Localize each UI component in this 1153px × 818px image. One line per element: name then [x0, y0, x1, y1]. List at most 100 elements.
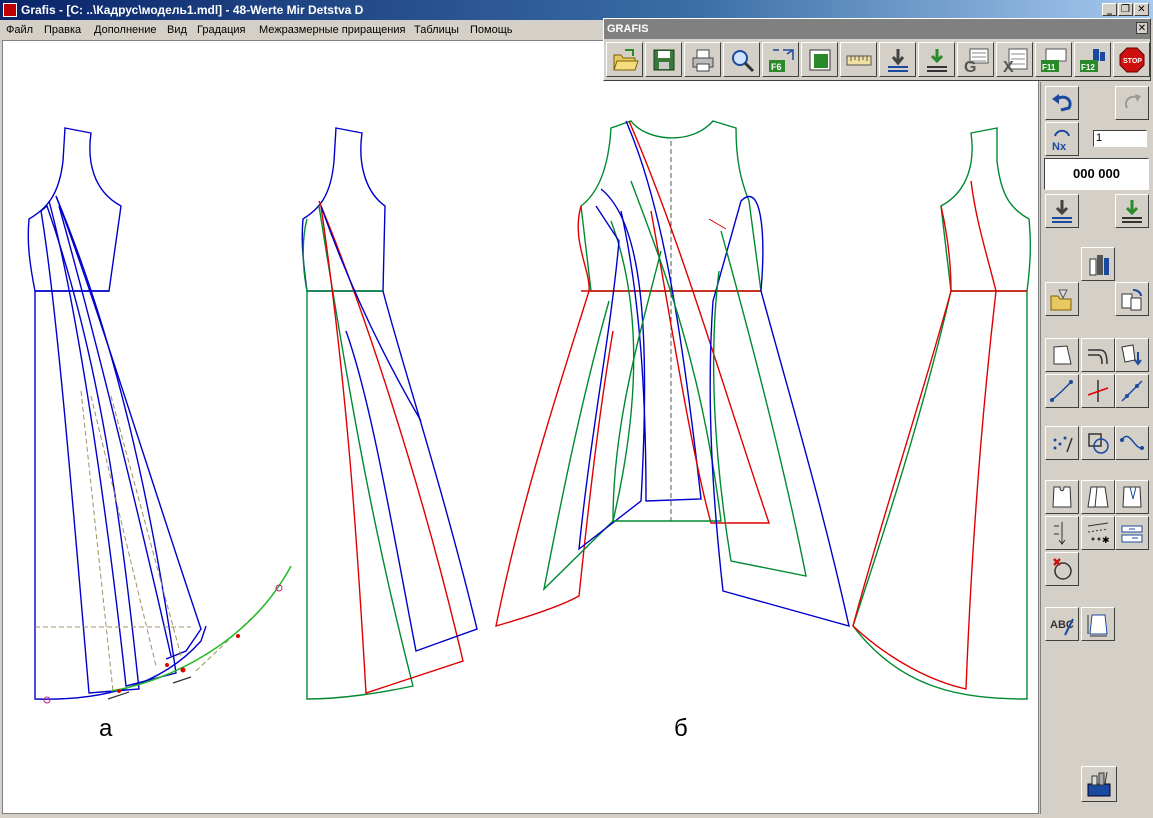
guide-lines-a [35, 390, 260, 692]
tool-piece-outline[interactable] [1045, 338, 1079, 372]
figure-label-b: б [674, 715, 688, 742]
tool-bodice[interactable] [1045, 480, 1079, 514]
save-button[interactable] [645, 42, 682, 77]
app-icon [3, 3, 17, 17]
window-title-bar: Grafis - [C: ..\Кадрус\модель1.mdl] - 48… [0, 0, 1153, 20]
menu-intersize-increments[interactable]: Межразмерные приращения [259, 20, 405, 40]
figure-label-a: а [99, 715, 113, 742]
tool-seam-allowance[interactable] [1115, 516, 1149, 550]
undo-button[interactable] [1045, 86, 1079, 120]
seam-allowance-icon [1121, 525, 1143, 543]
copy-piece-button[interactable] [1115, 282, 1149, 316]
diagonal-line-icon [1121, 380, 1143, 402]
grain-line-icon [1054, 522, 1066, 545]
drawing-canvas[interactable]: а б [2, 40, 1039, 814]
skirt-green-4 [852, 290, 1028, 700]
page-frame-button[interactable] [801, 42, 838, 77]
panel-red-2 [318, 200, 464, 694]
page-frame-icon [809, 49, 831, 71]
tool-diagonal[interactable] [1115, 374, 1149, 408]
download-green-button[interactable] [918, 42, 955, 77]
tool-measure-piece[interactable] [1081, 607, 1115, 641]
shapes-icon [1088, 433, 1109, 454]
tool-line-points[interactable] [1045, 374, 1079, 408]
panel-1-a [40, 204, 140, 694]
window-title: Grafis - [C: ..\Кадрус\модель1.mdl] - 48… [21, 3, 364, 17]
grading-button[interactable]: G [957, 42, 994, 77]
tool-dart[interactable] [1115, 480, 1149, 514]
fit-f6-button[interactable]: F6 [762, 42, 799, 77]
tool-shapes[interactable] [1081, 426, 1115, 460]
undo-icon [1052, 94, 1072, 112]
open-model-button[interactable] [1045, 282, 1079, 316]
panel-blue-left-b [578, 188, 646, 551]
f12-button[interactable]: F12 [1074, 42, 1111, 77]
tool-intersect[interactable] [1081, 374, 1115, 408]
download-arrow-icon [888, 49, 908, 72]
f11-label: F11 [1042, 63, 1056, 72]
piece-arrow-icon [1121, 344, 1142, 366]
redo-icon [1125, 94, 1141, 109]
stop-icon: STOP [1119, 47, 1145, 73]
svg-text:✱: ✱ [1102, 536, 1110, 546]
load-button[interactable] [1045, 194, 1079, 228]
redo-button[interactable] [1115, 86, 1149, 120]
bodice-icon [1052, 486, 1072, 508]
parallel-lines-icon [1088, 349, 1108, 365]
measure-piece-icon [1087, 614, 1108, 637]
copy-piece-icon [1121, 289, 1142, 311]
f11-button[interactable]: F11 [1035, 42, 1072, 77]
repeat-count-input[interactable]: 1 [1093, 130, 1147, 147]
load-green-button[interactable] [1115, 194, 1149, 228]
piece-outline-icon [1053, 345, 1072, 365]
stop-button[interactable]: STOP [1113, 42, 1150, 77]
download-green-icon [927, 49, 947, 72]
line-points-icon [1050, 380, 1073, 402]
tool-text[interactable]: ABC [1045, 607, 1079, 641]
magnifier-icon [732, 50, 755, 73]
menu-view[interactable]: Вид [167, 20, 187, 40]
menu-addition[interactable]: Дополнение [94, 20, 156, 40]
points-icon [1053, 436, 1073, 453]
menu-edit[interactable]: Правка [44, 20, 81, 40]
grading-g-icon: G [964, 48, 989, 74]
tool-grain-line[interactable] [1045, 516, 1079, 550]
menu-tables[interactable]: Таблицы [414, 20, 459, 40]
tool-seam-marks[interactable]: ✱ [1081, 516, 1115, 550]
restore-button[interactable]: ❐ [1118, 3, 1133, 16]
pieces-icon [1089, 255, 1109, 276]
skirt-outer-2 [302, 205, 414, 700]
zoom-button[interactable] [723, 42, 760, 77]
minimize-button[interactable]: _ [1102, 3, 1117, 16]
right-tool-panel: Nx 1 000 000 ✱ ABC [1040, 82, 1153, 814]
tool-sewing-kit[interactable] [1081, 766, 1117, 802]
tool-parallel[interactable] [1081, 338, 1115, 372]
tool-piece-arrow[interactable] [1115, 338, 1149, 372]
curve-icon [1120, 435, 1144, 450]
f12-label: F12 [1081, 63, 1095, 72]
table-button[interactable]: X [996, 42, 1033, 77]
repeat-nx-button[interactable]: Nx [1045, 122, 1079, 156]
delete-piece-icon [1053, 558, 1072, 580]
measure-button[interactable] [840, 42, 877, 77]
menu-help[interactable]: Помощь [470, 20, 513, 40]
open-folder-button[interactable] [606, 42, 643, 77]
tool-delete[interactable] [1045, 552, 1079, 586]
print-button[interactable] [684, 42, 721, 77]
table-x-icon: X [1003, 48, 1028, 74]
menu-grading[interactable]: Градация [197, 20, 246, 40]
tool-skirt[interactable] [1081, 480, 1115, 514]
skirt-icon [1087, 486, 1109, 508]
fit-f6-icon: F6 [769, 49, 794, 72]
toolbox-close-button[interactable]: ✕ [1136, 22, 1148, 34]
download-button[interactable] [879, 42, 916, 77]
pieces-button[interactable] [1081, 247, 1115, 281]
tool-points[interactable] [1045, 426, 1079, 460]
menu-file[interactable]: Файл [6, 20, 33, 40]
tool-curve[interactable] [1115, 426, 1149, 460]
pattern-group-2 [301, 127, 478, 700]
close-button[interactable]: ✕ [1134, 3, 1149, 16]
download-arrow-icon [1052, 200, 1072, 223]
sewing-kit-icon [1087, 771, 1111, 797]
f11-icon: F11 [1041, 48, 1067, 72]
